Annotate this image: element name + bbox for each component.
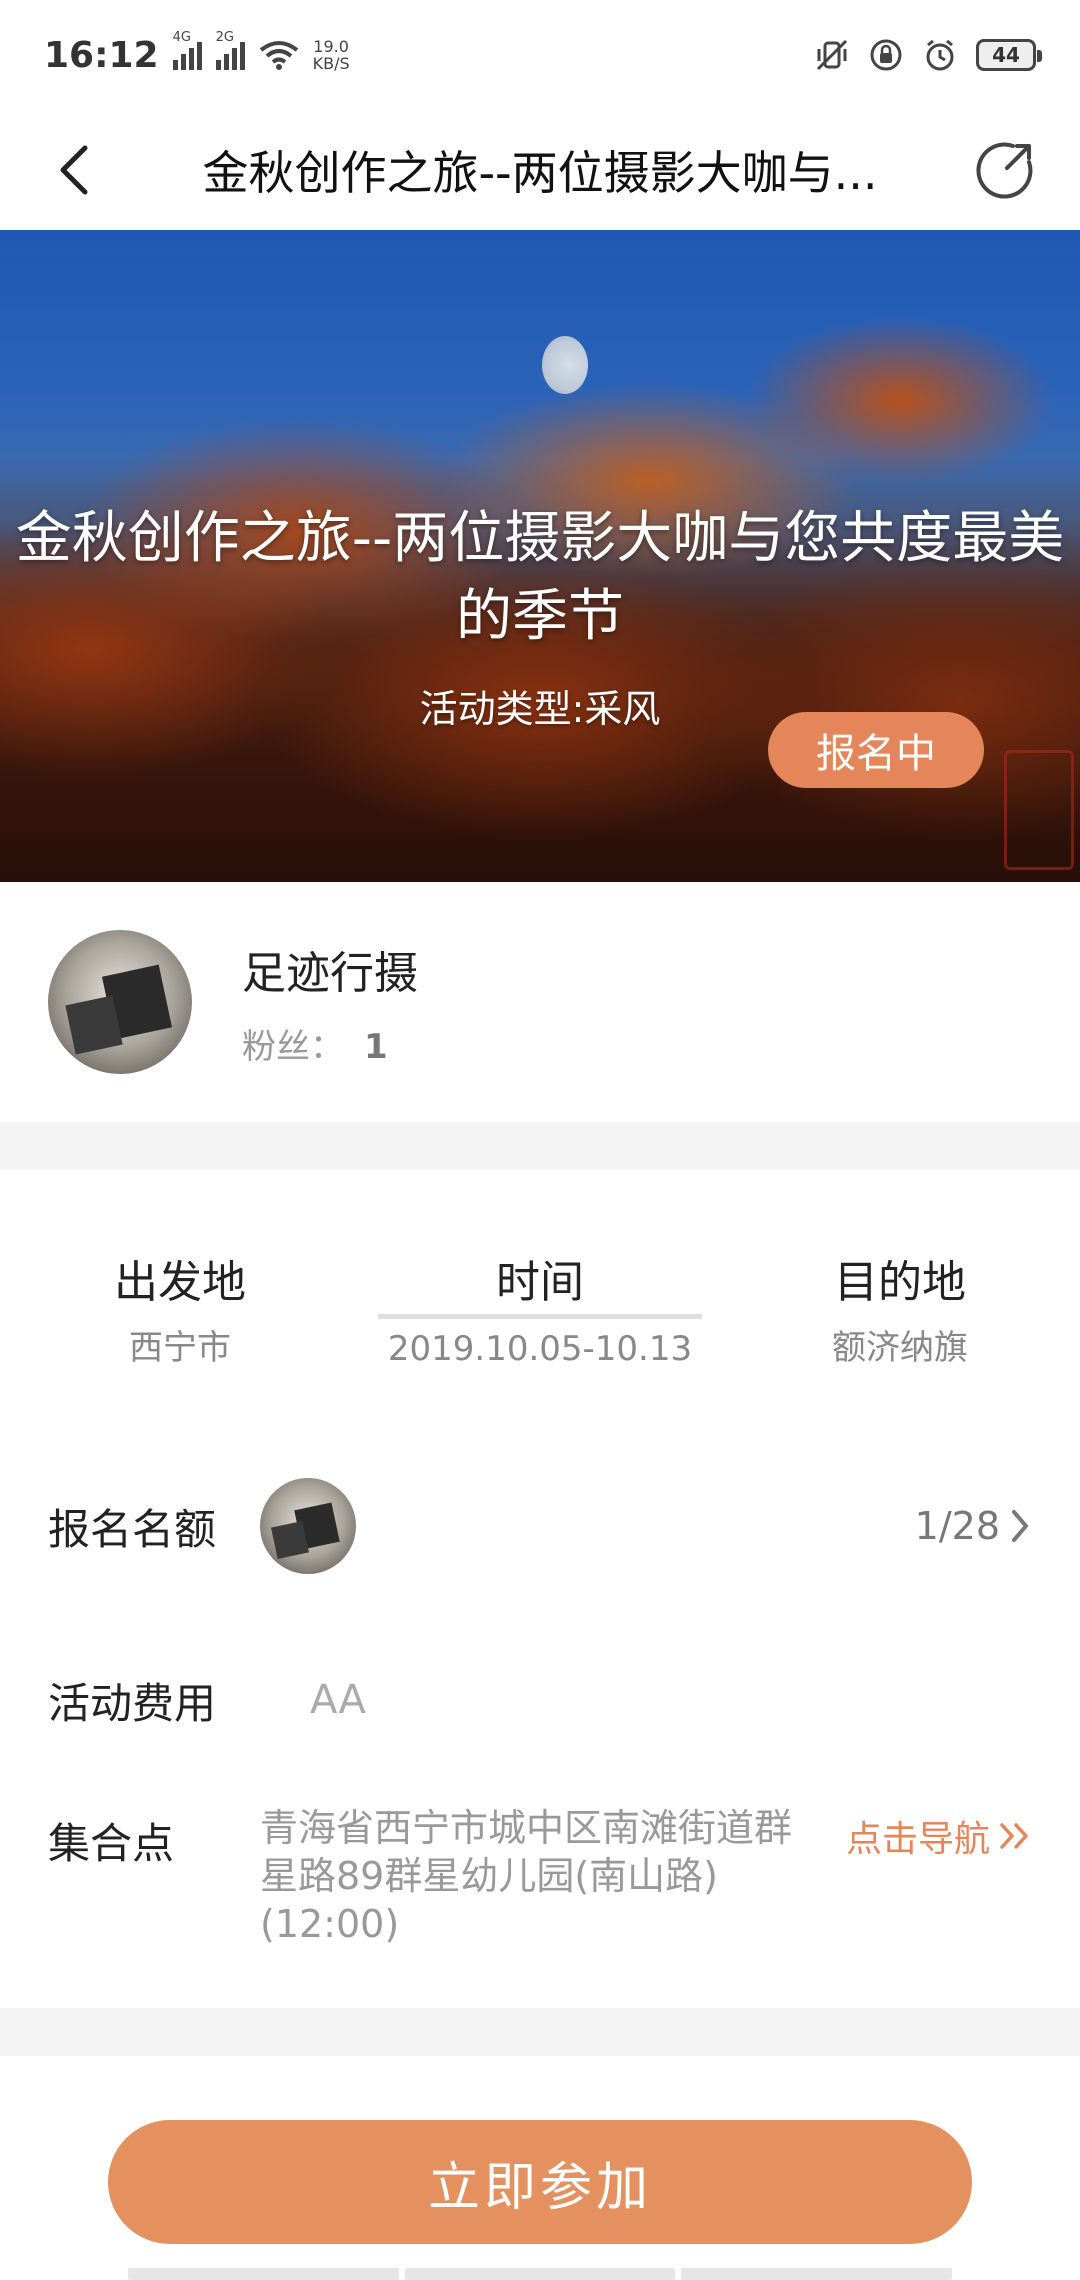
section-divider-bottom bbox=[0, 2008, 1080, 2056]
departure-info: 出发地 西宁市 bbox=[0, 1170, 360, 1410]
network-speed-unit: KB/S bbox=[312, 54, 350, 73]
navigate-link[interactable]: 点击导航 bbox=[846, 1790, 1032, 1862]
bottom-tab-strip bbox=[128, 2268, 953, 2280]
organizer-info: 足迹行摄 粉丝： 1 bbox=[242, 937, 418, 1068]
organizer-card[interactable]: 足迹行摄 粉丝： 1 bbox=[0, 882, 1080, 1122]
fee-label: 活动费用 bbox=[48, 1678, 217, 1728]
rotation-lock-icon bbox=[870, 39, 902, 71]
activity-detail-page: 16:12 4G 2G 19.0 KB/S 44 金秋创作之旅--两位摄影大咖与… bbox=[0, 0, 1080, 2280]
battery-icon: 44 bbox=[976, 39, 1042, 71]
wifi-icon bbox=[259, 41, 298, 70]
status-left: 16:12 4G 2G 19.0 KB/S bbox=[44, 30, 350, 76]
signal-2g-icon: 2G bbox=[215, 30, 245, 70]
status-time: 16:12 bbox=[44, 34, 159, 76]
registration-status-badge: 报名中 bbox=[768, 712, 984, 788]
destination-value: 额济纳旗 bbox=[832, 1328, 968, 1368]
organizer-fans: 粉丝： 1 bbox=[242, 1019, 418, 1068]
back-button[interactable] bbox=[0, 110, 150, 230]
activity-banner: 金秋创作之旅--两位摄影大咖与您共度最美的季节 活动类型:采风 报名中 bbox=[0, 230, 1080, 882]
status-bar: 16:12 4G 2G 19.0 KB/S 44 bbox=[0, 0, 1080, 110]
share-button[interactable] bbox=[930, 110, 1080, 230]
alarm-icon bbox=[926, 39, 954, 71]
page-title: 金秋创作之旅--两位摄影大咖与... bbox=[202, 146, 878, 200]
network-speed: 19.0 KB/S bbox=[313, 38, 350, 72]
status-right: 44 bbox=[814, 37, 1042, 73]
departure-value: 西宁市 bbox=[129, 1328, 231, 1368]
banner-title: 金秋创作之旅--两位摄影大咖与您共度最美的季节 bbox=[15, 506, 1065, 649]
double-chevron-right-icon bbox=[1000, 1823, 1028, 1849]
meeting-label: 集合点 bbox=[48, 1819, 175, 1868]
destination-info: 目的地 额济纳旗 bbox=[720, 1170, 1080, 1410]
section-divider bbox=[0, 1122, 1080, 1170]
meeting-row: 集合点 青海省西宁市城中区南滩街道群星路89群星幼儿园(南山路)(12:00) … bbox=[0, 1790, 1080, 2008]
participant-avatar[interactable] bbox=[260, 1478, 356, 1574]
fee-value: AA bbox=[310, 1677, 366, 1723]
time-label: 时间 bbox=[378, 1246, 702, 1319]
share-icon bbox=[976, 142, 1033, 199]
fans-count: 1 bbox=[364, 1026, 388, 1067]
quota-count: 1/28 bbox=[914, 1504, 1000, 1548]
join-now-button[interactable]: 立即参加 bbox=[108, 2120, 972, 2244]
organizer-name: 足迹行摄 bbox=[242, 947, 418, 999]
seal-stamp-image bbox=[1004, 750, 1074, 870]
quota-label: 报名名额 bbox=[48, 1504, 217, 1554]
departure-label: 出发地 bbox=[114, 1257, 246, 1308]
time-value: 2019.10.05-10.13 bbox=[387, 1329, 693, 1369]
trip-info: 出发地 西宁市 时间 2019.10.05-10.13 目的地 额济纳旗 bbox=[0, 1170, 1080, 1410]
signal-2g-label: 2G bbox=[215, 30, 234, 45]
navigate-label: 点击导航 bbox=[845, 1819, 990, 1860]
destination-label: 目的地 bbox=[834, 1257, 966, 1308]
chevron-left-icon bbox=[60, 145, 88, 195]
moon-image bbox=[542, 336, 588, 394]
signal-4g-icon: 4G bbox=[172, 30, 202, 70]
quota-value[interactable]: 1/28 bbox=[915, 1504, 1032, 1548]
chevron-right-icon bbox=[1012, 1510, 1028, 1542]
organizer-avatar[interactable] bbox=[48, 930, 192, 1074]
navigation-bar: 金秋创作之旅--两位摄影大咖与... bbox=[0, 110, 1080, 230]
signal-4g-label: 4G bbox=[172, 30, 191, 45]
fans-label: 粉丝： bbox=[242, 1026, 344, 1067]
time-info: 时间 2019.10.05-10.13 bbox=[360, 1170, 720, 1410]
meeting-address: 青海省西宁市城中区南滩街道群星路89群星幼儿园(南山路)(12:00) bbox=[260, 1806, 793, 1946]
fee-row: 活动费用 AA bbox=[0, 1642, 1080, 1758]
vibrate-mute-icon bbox=[816, 39, 848, 71]
quota-row[interactable]: 报名名额 1/28 bbox=[0, 1410, 1080, 1642]
